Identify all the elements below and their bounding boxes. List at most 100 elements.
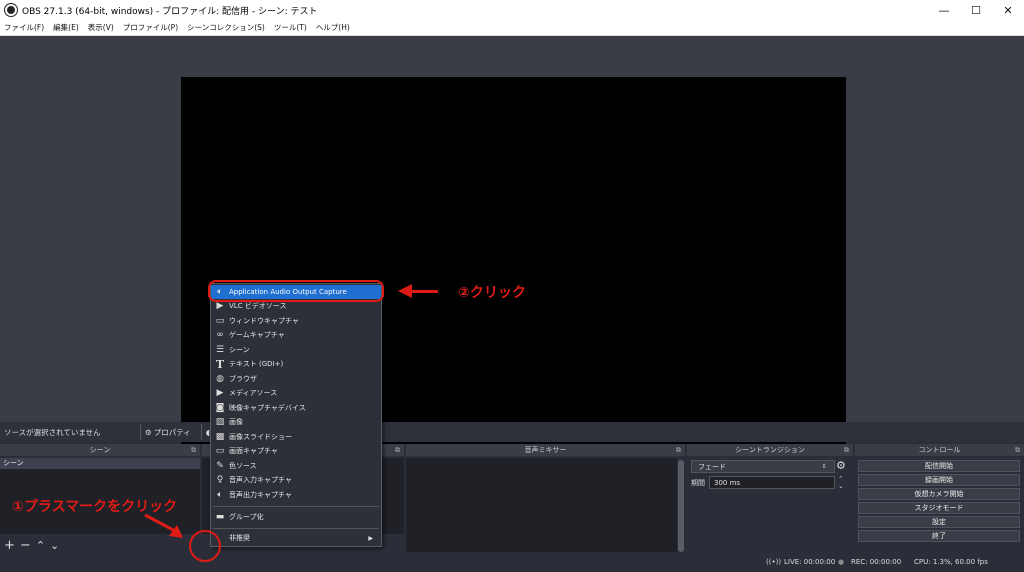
start-virtual-camera-button[interactable]: 仮想カメラ開始: [858, 488, 1020, 500]
menu-item-deprecated[interactable]: 非推奨 ▶: [211, 531, 381, 545]
globe-icon: ◍: [216, 373, 224, 384]
menu-separator: [213, 506, 379, 507]
title-bar: OBS 27.1.3 (64-bit, windows) - プロファイル: 配…: [0, 0, 1024, 20]
studio-mode-button[interactable]: スタジオモード: [858, 502, 1020, 514]
menu-item-label: メディアソース: [229, 389, 278, 397]
audio-mixer-dock: 音声ミキサー ⧉: [406, 444, 685, 554]
gamepad-icon: ∞: [216, 330, 224, 340]
menu-item-browser[interactable]: ◍ ブラウザ: [211, 372, 381, 386]
duration-field[interactable]: 300 ms: [709, 476, 835, 489]
menu-item-window-capture[interactable]: ▭ ウィンドウキャプチャ: [211, 314, 381, 328]
menu-item-label: ウィンドウキャプチャ: [229, 316, 299, 325]
undock-icon[interactable]: ⧉: [1015, 444, 1020, 456]
menu-item-media-source[interactable]: ▶ メディアソース: [211, 386, 381, 400]
transitions-dock-header: シーントランジション ⧉: [687, 444, 853, 456]
menu-item-label: 画面キャプチャ: [229, 447, 278, 455]
add-icon[interactable]: +: [4, 538, 15, 553]
move-up-icon[interactable]: ⌃: [36, 539, 45, 552]
controls-dock-header: コントロール ⧉: [855, 444, 1024, 456]
menu-item-video-capture-device[interactable]: ◙ 映像キャプチャデバイス: [211, 401, 381, 415]
source-toolbar: ソースが選択されていません ⚙ プロパティ ◐ フィ: [0, 422, 1024, 442]
submenu-arrow-icon: ▶: [368, 534, 373, 542]
exit-button[interactable]: 終了: [858, 530, 1020, 542]
properties-button[interactable]: ⚙ プロパティ: [140, 424, 195, 440]
start-streaming-button[interactable]: 配信開始: [858, 460, 1020, 472]
maximize-button[interactable]: ☐: [960, 0, 992, 20]
annotation-arrow-step1: [144, 513, 183, 538]
menu-view[interactable]: 表示(V): [88, 22, 114, 33]
rec-dot-icon: ●: [838, 558, 845, 566]
menu-item-color-source[interactable]: ✎ 色ソース: [211, 459, 381, 473]
menu-bar: ファイル(F) 編集(E) 表示(V) プロファイル(P) シーンコレクション(…: [0, 20, 1024, 36]
transition-select[interactable]: フェード: [691, 460, 835, 473]
menu-item-label: 映像キャプチャデバイス: [229, 403, 306, 412]
undock-icon[interactable]: ⧉: [676, 444, 681, 456]
text-icon: T: [215, 357, 225, 371]
gear-icon[interactable]: ⚙: [836, 459, 846, 472]
menu-profile[interactable]: プロファイル(P): [123, 22, 178, 33]
menu-item-audio-input-capture[interactable]: ♀ 音声入力キャプチャ: [211, 473, 381, 487]
transitions-dock-title: シーントランジション: [735, 446, 805, 454]
undock-icon[interactable]: ⧉: [395, 444, 400, 456]
mixer-scrollbar[interactable]: [678, 460, 684, 552]
scenes-dock-header: シーン ⧉: [0, 444, 200, 456]
menu-item-label: 音声出力キャプチャ: [229, 490, 292, 499]
status-bar: ((•)) LIVE: 00:00:00 ● REC: 00:00:00 CPU…: [0, 554, 1024, 572]
undock-icon[interactable]: ⧉: [191, 444, 196, 456]
properties-label: プロパティ: [153, 427, 191, 437]
controls-dock: コントロール ⧉ 配信開始 録画開始 仮想カメラ開始 スタジオモード 設定 終了: [855, 444, 1024, 554]
menu-file[interactable]: ファイル(F): [4, 22, 44, 33]
menu-item-label: シーン: [229, 345, 250, 354]
broadcast-icon: ((•)): [766, 558, 782, 566]
menu-scene-collection[interactable]: シーンコレクション(S): [187, 22, 265, 33]
play-icon: ▶: [216, 301, 224, 311]
window-icon: ▭: [215, 315, 225, 326]
live-timer: LIVE: 00:00:00: [784, 558, 836, 566]
menu-item-image-slideshow[interactable]: ▩ 画像スライドショー: [211, 430, 381, 444]
menu-item-image[interactable]: ▨ 画像: [211, 415, 381, 429]
annotation-arrow-head: [398, 284, 412, 298]
minimize-button[interactable]: —: [928, 0, 960, 20]
duration-stepper-icon[interactable]: ⌃ ⌄: [838, 476, 844, 490]
menu-tools[interactable]: ツール(T): [274, 22, 307, 33]
menu-item-group[interactable]: ▬ グループ化: [211, 510, 381, 524]
menu-help[interactable]: ヘルプ(H): [316, 22, 350, 33]
camera-icon: ◙: [215, 402, 225, 413]
slideshow-icon: ▩: [215, 431, 225, 442]
speaker-icon: 🔈︎: [217, 489, 223, 500]
menu-separator: [213, 528, 379, 529]
start-recording-button[interactable]: 録画開始: [858, 474, 1020, 486]
gear-icon: ⚙: [145, 427, 152, 437]
menu-item-display-capture[interactable]: ▭ 画面キャプチャ: [211, 444, 381, 458]
menu-item-label: 画像: [229, 418, 243, 426]
window-title: OBS 27.1.3 (64-bit, windows) - プロファイル: 配…: [22, 6, 318, 17]
list-item[interactable]: シーン: [0, 458, 200, 469]
menu-edit[interactable]: 編集(E): [53, 22, 79, 33]
scenes-dock-title: シーン: [89, 446, 111, 454]
remove-icon[interactable]: −: [20, 538, 31, 553]
monitor-icon: ▭: [215, 446, 225, 456]
menu-item-label: 非推奨: [229, 534, 250, 542]
menu-item-scene[interactable]: ☰ シーン: [211, 343, 381, 357]
move-down-icon[interactable]: ⌄: [50, 539, 59, 552]
menu-item-label: テキスト (GDI+): [229, 360, 284, 368]
menu-item-game-capture[interactable]: ∞ ゲームキャプチャ: [211, 328, 381, 342]
image-icon: ▨: [215, 417, 225, 427]
settings-button[interactable]: 設定: [858, 516, 1020, 528]
list-icon: ☰: [215, 344, 225, 355]
mixer-dock-header: 音声ミキサー ⧉: [406, 444, 685, 456]
annotation-step2: ②クリック: [458, 285, 526, 301]
highlight-ring-plus: [189, 530, 221, 562]
menu-item-audio-output-capture[interactable]: 🔈︎ 音声出力キャプチャ: [211, 488, 381, 502]
folder-icon: ▬: [215, 512, 225, 522]
play-icon: ▶: [216, 388, 224, 398]
close-button[interactable]: ✕: [992, 0, 1024, 20]
mic-icon: ♀: [216, 475, 224, 485]
controls-dock-title: コントロール: [918, 446, 961, 454]
duration-label: 期間: [691, 479, 705, 487]
cpu-usage: CPU: 1.3%, 60.00 fps: [914, 558, 988, 566]
menu-item-text-gdi[interactable]: T テキスト (GDI+): [211, 357, 381, 371]
brush-icon: ✎: [216, 460, 224, 471]
undock-icon[interactable]: ⧉: [844, 444, 849, 456]
obs-logo-icon: [5, 4, 17, 16]
